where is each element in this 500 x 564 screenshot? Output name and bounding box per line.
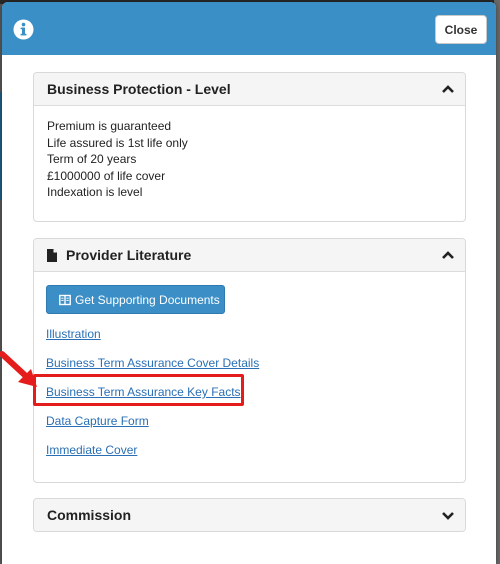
provider-literature-title: Provider Literature (66, 247, 192, 263)
key-facts-link[interactable]: Business Term Assurance Key Facts (46, 385, 241, 399)
business-protection-title: Business Protection - Level (47, 81, 231, 97)
data-capture-form-link[interactable]: Data Capture Form (46, 414, 149, 428)
illustration-link[interactable]: Illustration (46, 327, 101, 341)
cover-details-link[interactable]: Business Term Assurance Cover Details (46, 356, 259, 370)
provider-literature-panel: Provider Literature Get Supporting Docum… (33, 238, 466, 483)
book-icon (59, 294, 71, 306)
detail-line: Term of 20 years (47, 152, 137, 166)
detail-line: Life assured is 1st life only (47, 135, 188, 150)
info-icon (13, 19, 34, 40)
get-supporting-documents-label: Get Supporting Documents (75, 292, 220, 307)
commission-title: Commission (47, 507, 132, 523)
immediate-cover-link[interactable]: Immediate Cover (46, 443, 137, 457)
get-supporting-documents-button[interactable]: Get Supporting Documents (46, 285, 225, 314)
business-protection-panel: Business Protection - Level Premium is g… (33, 72, 466, 222)
chevron-up-icon[interactable] (441, 84, 455, 94)
commission-panel: Commission (33, 498, 466, 532)
commission-header[interactable]: Commission (34, 499, 465, 531)
chevron-up-icon[interactable] (441, 250, 455, 260)
close-button[interactable]: Close (435, 15, 487, 44)
detail-line: Indexation is level (47, 185, 143, 199)
provider-literature-header[interactable]: Provider Literature (34, 239, 465, 272)
document-icon (47, 249, 57, 262)
detail-line: Premium is guaranteed (47, 119, 172, 133)
modal-header: Close (2, 2, 496, 55)
business-protection-details: Premium is guaranteed Life assured is 1s… (34, 106, 465, 213)
business-protection-header[interactable]: Business Protection - Level (34, 73, 465, 106)
info-modal: Close Business Protection - Level Premiu… (2, 2, 496, 564)
chevron-down-icon[interactable] (441, 510, 455, 520)
detail-line: £1000000 of life cover (47, 168, 166, 183)
